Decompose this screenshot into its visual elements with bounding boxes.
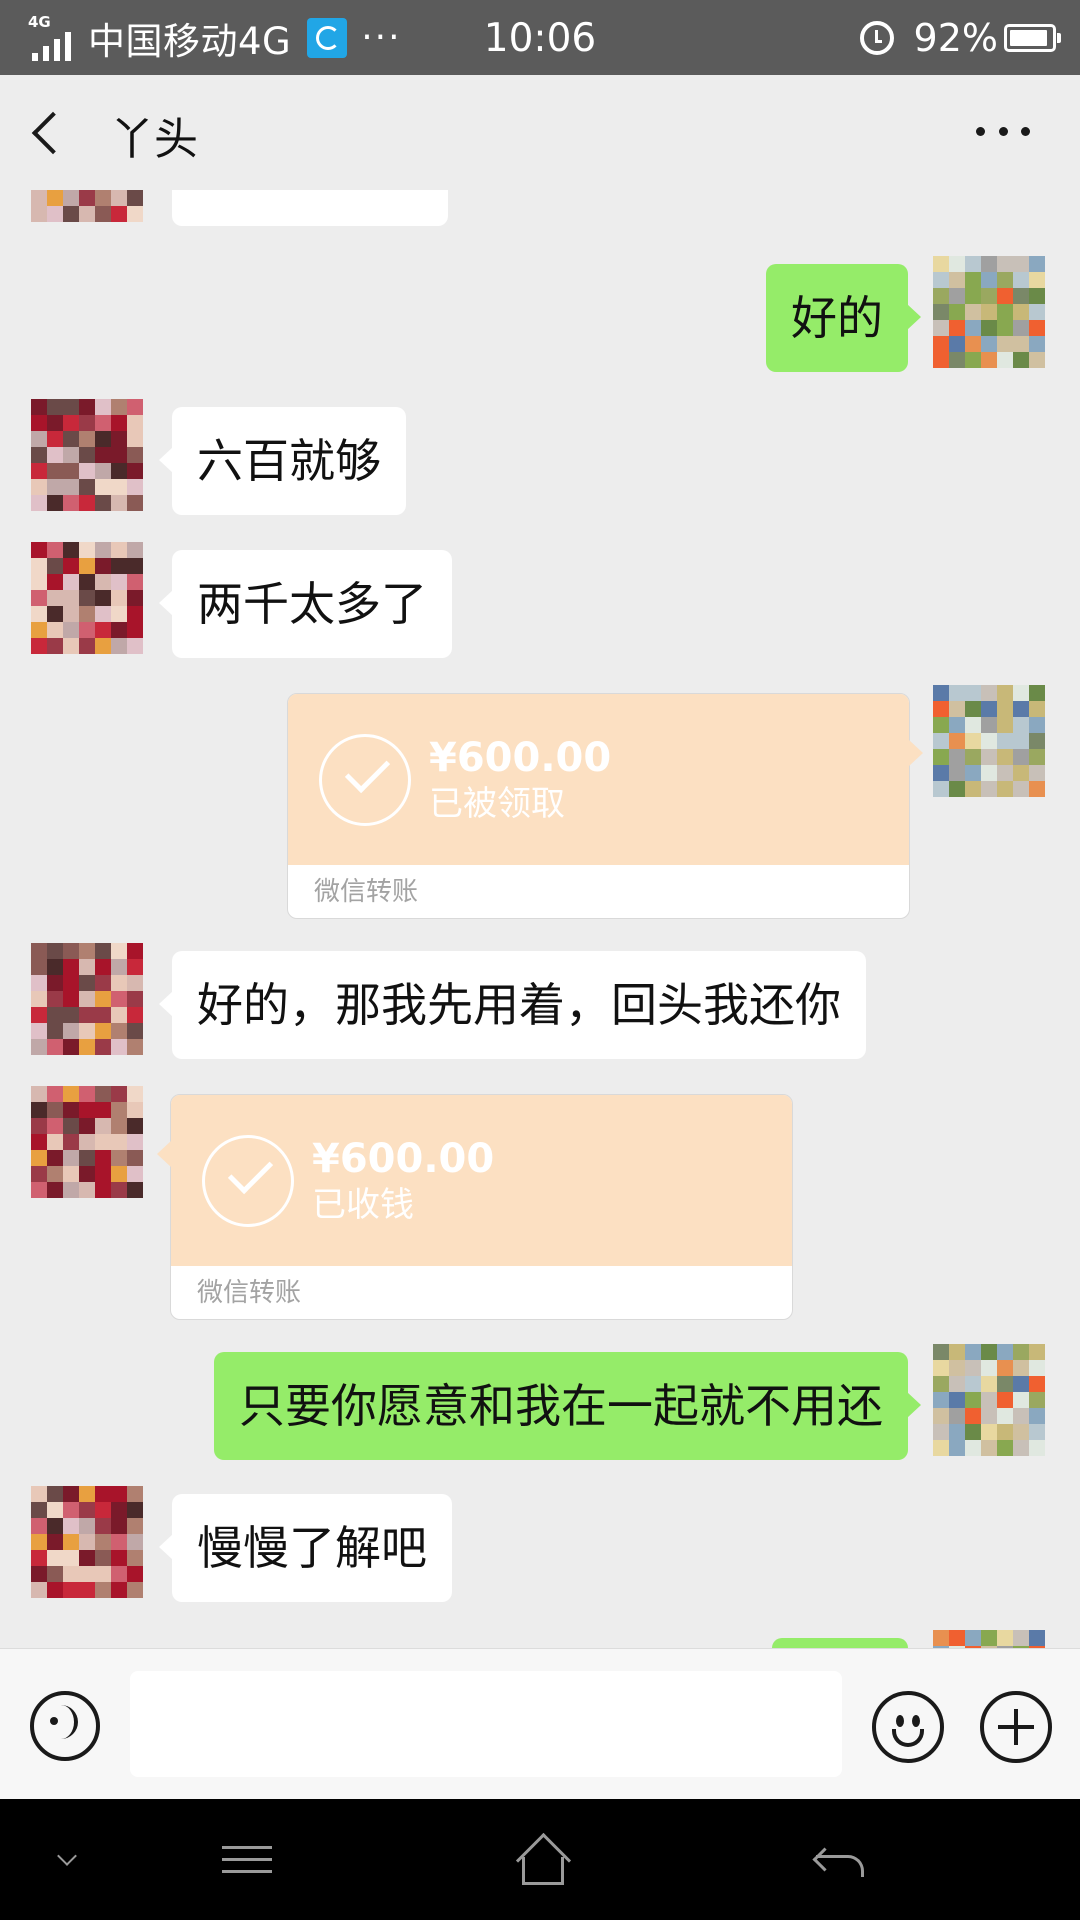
voice-input-icon[interactable] <box>30 1691 100 1761</box>
message-bubble-partial[interactable] <box>772 1638 908 1648</box>
message-bubble-incoming[interactable]: 两千太多了 <box>159 550 452 658</box>
avatar-me[interactable] <box>933 685 1045 797</box>
chat-title: 丫头 <box>110 114 198 165</box>
input-bar <box>0 1648 1080 1799</box>
check-circle-icon <box>319 734 411 826</box>
system-nav-bar <box>0 1799 1080 1920</box>
menu-icon[interactable] <box>188 1799 308 1920</box>
message-bubble-outgoing[interactable]: 只要你愿意和我在一起就不用还 <box>214 1352 921 1460</box>
alarm-icon <box>859 20 894 55</box>
message-bubble-incoming[interactable]: 六百就够 <box>159 407 406 515</box>
status-right: 92% <box>859 0 1061 75</box>
message-bubble-incoming[interactable]: 慢慢了解吧 <box>159 1494 452 1602</box>
message-list[interactable]: 好的 六百就够 两千太多了 ¥600.00 已被领取 微信转账 好的，那我先用着… <box>0 190 1080 1648</box>
status-bar: 4G 中国移动4G ··· 10:06 92% <box>0 0 1080 75</box>
back-nav-icon[interactable] <box>780 1799 900 1920</box>
message-bubble-outgoing[interactable]: 好的 <box>766 264 921 372</box>
collapse-icon[interactable] <box>6 1799 126 1920</box>
battery-percent: 92% <box>913 15 998 60</box>
transfer-status: 已被领取 <box>429 784 565 824</box>
more-options-icon[interactable] <box>976 127 1030 139</box>
message-input[interactable] <box>130 1671 842 1777</box>
message-bubble-incoming[interactable]: 好的，那我先用着，回头我还你 <box>159 951 866 1059</box>
back-icon[interactable] <box>31 111 75 155</box>
chat-header: 丫头 <box>0 75 1080 190</box>
transfer-label: 微信转账 <box>314 877 419 907</box>
battery-icon <box>1004 23 1061 52</box>
avatar-other[interactable] <box>31 943 143 1055</box>
transfer-status: 已收钱 <box>312 1185 414 1225</box>
avatar-me[interactable] <box>933 256 1045 368</box>
avatar-me[interactable] <box>933 1344 1045 1456</box>
message-bubble-partial[interactable] <box>172 190 448 226</box>
check-circle-icon <box>202 1135 294 1227</box>
emoji-icon[interactable] <box>872 1691 944 1763</box>
avatar-other[interactable] <box>31 542 143 654</box>
home-icon[interactable] <box>484 1799 604 1920</box>
avatar-other[interactable] <box>31 190 143 222</box>
transfer-card-body: ¥600.00 已被领取 <box>288 694 909 865</box>
transfer-amount: ¥600.00 <box>429 735 612 781</box>
transfer-card-incoming[interactable]: ¥600.00 已收钱 微信转账 <box>157 1094 793 1320</box>
avatar-other[interactable] <box>31 399 143 511</box>
transfer-card-outgoing[interactable]: ¥600.00 已被领取 微信转账 <box>287 693 923 919</box>
avatar-other[interactable] <box>31 1486 143 1598</box>
avatar-other[interactable] <box>31 1086 143 1198</box>
add-attachment-icon[interactable] <box>980 1691 1052 1763</box>
avatar-me[interactable] <box>933 1630 1045 1648</box>
transfer-amount: ¥600.00 <box>312 1136 495 1182</box>
transfer-card-body: ¥600.00 已收钱 <box>171 1095 792 1266</box>
transfer-label: 微信转账 <box>197 1278 302 1308</box>
